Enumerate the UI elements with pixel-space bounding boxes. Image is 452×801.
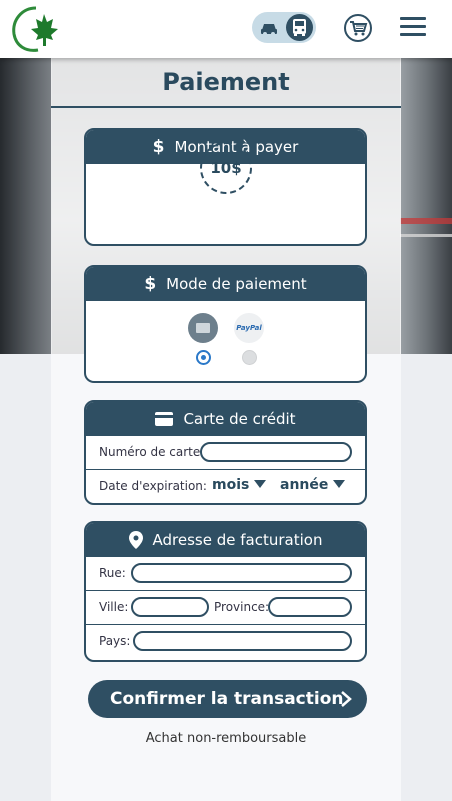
- city-province-row: Ville: Province:: [86, 591, 365, 625]
- payment-mode-title: Mode de paiement: [166, 275, 307, 293]
- billing-title: Adresse de facturation: [152, 531, 323, 549]
- credit-card-radio[interactable]: [196, 350, 211, 365]
- card-number-row: Numéro de carte:: [86, 436, 365, 470]
- dollar-icon: $: [152, 137, 165, 157]
- card-number-input[interactable]: [200, 442, 352, 462]
- caret-down-icon: [333, 480, 346, 488]
- bus-icon[interactable]: [286, 14, 313, 41]
- paypal-radio[interactable]: [242, 350, 257, 365]
- card-number-label: Numéro de carte:: [99, 445, 205, 459]
- non-refundable-note: Achat non-remboursable: [145, 731, 307, 746]
- street-row: Rue:: [86, 557, 365, 591]
- page-title: Paiement: [162, 68, 290, 96]
- paypal-icon[interactable]: PayPal: [234, 313, 264, 343]
- month-select[interactable]: mois: [212, 477, 267, 493]
- credit-card-title: Carte de crédit: [183, 410, 296, 428]
- year-select[interactable]: année: [280, 477, 346, 493]
- maple-leaf-logo-icon[interactable]: [8, 4, 64, 54]
- country-label: Pays:: [99, 634, 131, 648]
- car-icon[interactable]: [258, 17, 280, 39]
- city-input[interactable]: [131, 597, 209, 617]
- expiry-row: Date d'expiration: mois année: [86, 470, 365, 503]
- expiry-label: Date d'expiration:: [99, 479, 207, 493]
- credit-card-card: Carte de crédit Numéro de carte: Date d'…: [84, 400, 367, 505]
- credit-card-icon: [155, 412, 174, 426]
- dollar-icon: $: [144, 274, 157, 294]
- confirm-label: Confirmer la transaction: [110, 689, 344, 709]
- province-input[interactable]: [268, 597, 352, 617]
- location-pin-icon: [128, 531, 143, 549]
- transport-mode-toggle[interactable]: [252, 12, 316, 43]
- title-divider: [51, 106, 401, 108]
- hamburger-menu-icon[interactable]: [400, 17, 426, 39]
- street-label: Rue:: [99, 566, 126, 580]
- payment-mode-header: $ Mode de paiement: [86, 267, 365, 301]
- country-input[interactable]: [133, 631, 352, 651]
- chevron-right-icon: [341, 691, 352, 707]
- shopping-cart-icon[interactable]: [344, 14, 372, 42]
- credit-card-icon[interactable]: [188, 313, 218, 343]
- province-label: Province:: [214, 600, 270, 614]
- billing-address-card: Adresse de facturation Rue: Ville: Provi…: [84, 521, 367, 662]
- city-label: Ville:: [99, 600, 129, 614]
- confirm-transaction-button[interactable]: Confirmer la transaction: [88, 680, 367, 718]
- amount-card: $ Montant à payer 10$: [84, 128, 367, 246]
- payment-mode-card: $ Mode de paiement PayPal: [84, 265, 367, 383]
- billing-header: Adresse de facturation: [86, 523, 365, 557]
- country-row: Pays:: [86, 625, 365, 659]
- amount-value: 10$: [200, 142, 252, 194]
- caret-down-icon: [254, 480, 267, 488]
- street-input[interactable]: [131, 563, 352, 583]
- credit-card-header: Carte de crédit: [86, 402, 365, 436]
- top-bar: [0, 0, 452, 58]
